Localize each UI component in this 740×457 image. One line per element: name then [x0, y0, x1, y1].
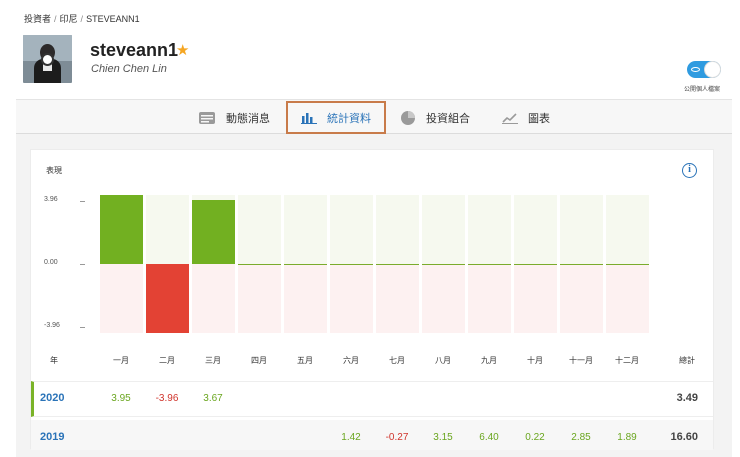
- column-background-negative: [100, 264, 143, 333]
- month-label: 九月: [481, 356, 497, 365]
- column-background-negative: [422, 264, 465, 333]
- public-profile-label: 公開個人檔案: [684, 87, 721, 93]
- tab-label: 圖表: [528, 112, 550, 125]
- column-background-negative: [468, 264, 511, 333]
- column-background-negative: [192, 264, 235, 333]
- y-tick-mark: [80, 201, 85, 202]
- row-year[interactable]: 2020: [40, 392, 64, 404]
- bar-zero: [606, 264, 649, 265]
- month-value: 3.15: [433, 432, 453, 443]
- month-label: 一月: [113, 356, 129, 365]
- breadcrumb-current: STEVEANN1: [86, 14, 140, 24]
- info-icon[interactable]: i: [682, 163, 697, 178]
- y-tick-mark: [80, 327, 85, 328]
- month-label: 十二月: [615, 356, 639, 365]
- column-background-positive: [560, 195, 603, 264]
- month-label: 七月: [389, 356, 405, 365]
- column-background-negative: [560, 264, 603, 333]
- bar-positive: [100, 195, 143, 264]
- real-name: Chien Chen Lin: [91, 63, 167, 75]
- column-background-positive: [146, 195, 189, 264]
- month-value: 6.40: [479, 432, 499, 443]
- month-label: 六月: [343, 356, 359, 365]
- month-value: 2.85: [571, 432, 591, 443]
- row-total: 16.60: [670, 431, 698, 443]
- line-chart-icon: [502, 113, 518, 124]
- bar-zero: [238, 264, 281, 265]
- bar-zero: [468, 264, 511, 265]
- column-background-positive: [330, 195, 373, 264]
- bar-zero: [422, 264, 465, 265]
- column-background-positive: [284, 195, 327, 264]
- y-tick-label: -3.96: [44, 322, 60, 329]
- month-label: 三月: [205, 356, 221, 365]
- public-profile-toggle[interactable]: [687, 61, 721, 78]
- tab-charts[interactable]: 圖表: [502, 100, 550, 135]
- month-label: 十月: [527, 356, 543, 365]
- column-background-positive: [238, 195, 281, 264]
- month-value: -3.96: [155, 393, 179, 404]
- y-tick-label: 0.00: [44, 259, 58, 266]
- column-background-negative: [514, 264, 557, 333]
- bar-zero: [330, 264, 373, 265]
- bar-zero: [560, 264, 603, 265]
- column-background-positive: [376, 195, 419, 264]
- tab-statistics[interactable]: 統計資料: [286, 101, 386, 134]
- tab-label: 動態消息: [226, 112, 270, 125]
- bar-zero: [376, 264, 419, 265]
- month-value: 1.42: [341, 432, 361, 443]
- tab-label: 統計資料: [327, 112, 371, 125]
- column-background-positive: [514, 195, 557, 264]
- row-year[interactable]: 2019: [40, 431, 64, 443]
- tab-news-feed[interactable]: 動態消息: [198, 100, 270, 135]
- column-background-positive: [606, 195, 649, 264]
- month-label: 五月: [297, 356, 313, 365]
- y-tick-mark: [80, 264, 85, 265]
- column-background-negative: [376, 264, 419, 333]
- breadcrumb-investors[interactable]: 投資者: [24, 14, 51, 24]
- year-header: 年: [50, 356, 58, 365]
- bar-chart-icon: [301, 113, 317, 124]
- pie-chart-icon: [401, 110, 415, 125]
- total-header: 總計: [679, 356, 695, 365]
- column-background-negative: [238, 264, 281, 333]
- avatar[interactable]: [23, 35, 72, 83]
- column-background-negative: [330, 264, 373, 333]
- tab-bar: 動態消息 統計資料 投資組合 圖表: [16, 99, 732, 134]
- breadcrumb: 投資者 / 印尼 / STEVEANN1: [24, 14, 140, 24]
- news-feed-icon: [199, 111, 215, 124]
- column-background-positive: [468, 195, 511, 264]
- column-background-negative: [606, 264, 649, 333]
- column-background-negative: [284, 264, 327, 333]
- y-tick-label: 3.96: [44, 196, 58, 203]
- month-value: 3.95: [111, 393, 131, 404]
- tab-label: 投資組合: [426, 112, 470, 125]
- column-background-positive: [422, 195, 465, 264]
- breadcrumb-country[interactable]: 印尼: [60, 14, 78, 24]
- month-value: -0.27: [385, 432, 409, 443]
- month-value: 1.89: [617, 432, 637, 443]
- username: steveann1: [90, 40, 179, 60]
- month-label: 十一月: [569, 356, 593, 365]
- bar-zero: [284, 264, 327, 265]
- bar-negative: [146, 264, 189, 333]
- performance-title: 表現: [46, 166, 62, 175]
- month-label: 二月: [159, 356, 175, 365]
- eye-icon: [691, 67, 700, 72]
- month-value: 0.22: [525, 432, 545, 443]
- bar-positive: [192, 200, 235, 264]
- tab-portfolio[interactable]: 投資組合: [400, 100, 470, 135]
- bar-zero: [514, 264, 557, 265]
- star-icon[interactable]: ★: [176, 41, 189, 59]
- month-label: 四月: [251, 356, 267, 365]
- row-total: 3.49: [676, 392, 698, 404]
- month-label: 八月: [435, 356, 451, 365]
- month-value: 3.67: [203, 393, 223, 404]
